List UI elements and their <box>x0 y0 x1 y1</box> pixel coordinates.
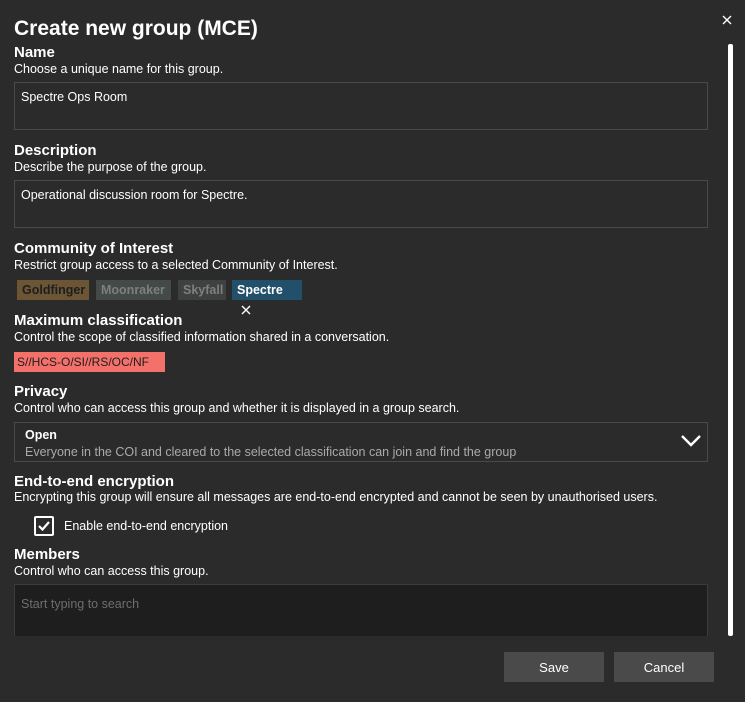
privacy-description: Control who can access this group and wh… <box>14 401 460 415</box>
privacy-select[interactable]: Open Everyone in the COI and cleared to … <box>14 422 708 462</box>
privacy-selected-value: Open <box>25 428 57 442</box>
coi-tag-skyfall[interactable]: Skyfall <box>178 280 226 300</box>
privacy-selected-description: Everyone in the COI and cleared to the s… <box>25 445 517 459</box>
checkmark-icon <box>38 521 50 532</box>
coi-title: Community of Interest <box>14 240 174 257</box>
members-title: Members <box>14 546 80 563</box>
name-input[interactable] <box>14 82 708 130</box>
coi-tag-moonraker[interactable]: Moonraker <box>96 280 171 300</box>
coi-tag-goldfinger[interactable]: Goldfinger <box>17 280 89 300</box>
coi-tag-spectre-label: Spectre <box>237 283 283 297</box>
coi-description: Restrict group access to a selected Comm… <box>14 258 338 272</box>
chevron-down-icon <box>681 435 701 447</box>
classification-badge[interactable]: S//HCS-O/SI//RS/OC/NF <box>14 352 165 372</box>
members-description: Control who can access this group. <box>14 564 209 578</box>
name-description: Choose a unique name for this group. <box>14 62 224 76</box>
description-description: Describe the purpose of the group. <box>14 160 207 174</box>
encryption-description: Encrypting this group will ensure all me… <box>14 490 658 504</box>
description-title: Description <box>14 142 97 159</box>
cancel-button[interactable]: Cancel <box>614 652 714 682</box>
description-input[interactable] <box>14 180 708 228</box>
coi-tag-spectre[interactable]: Spectre <box>232 280 302 315</box>
close-icon[interactable] <box>719 12 735 28</box>
save-button[interactable]: Save <box>504 652 604 682</box>
encryption-checkbox[interactable] <box>34 516 54 536</box>
name-title: Name <box>14 44 55 61</box>
privacy-title: Privacy <box>14 383 68 400</box>
classification-description: Control the scope of classified informat… <box>14 330 390 344</box>
remove-tag-icon[interactable] <box>241 305 251 315</box>
classification-title: Maximum classification <box>14 312 183 329</box>
scrollbar-thumb[interactable] <box>728 44 733 636</box>
members-search-input[interactable] <box>14 584 708 636</box>
dialog-title: Create new group (MCE) <box>14 17 258 40</box>
encryption-title: End-to-end encryption <box>14 473 174 490</box>
encryption-checkbox-label[interactable]: Enable end-to-end encryption <box>64 519 228 533</box>
